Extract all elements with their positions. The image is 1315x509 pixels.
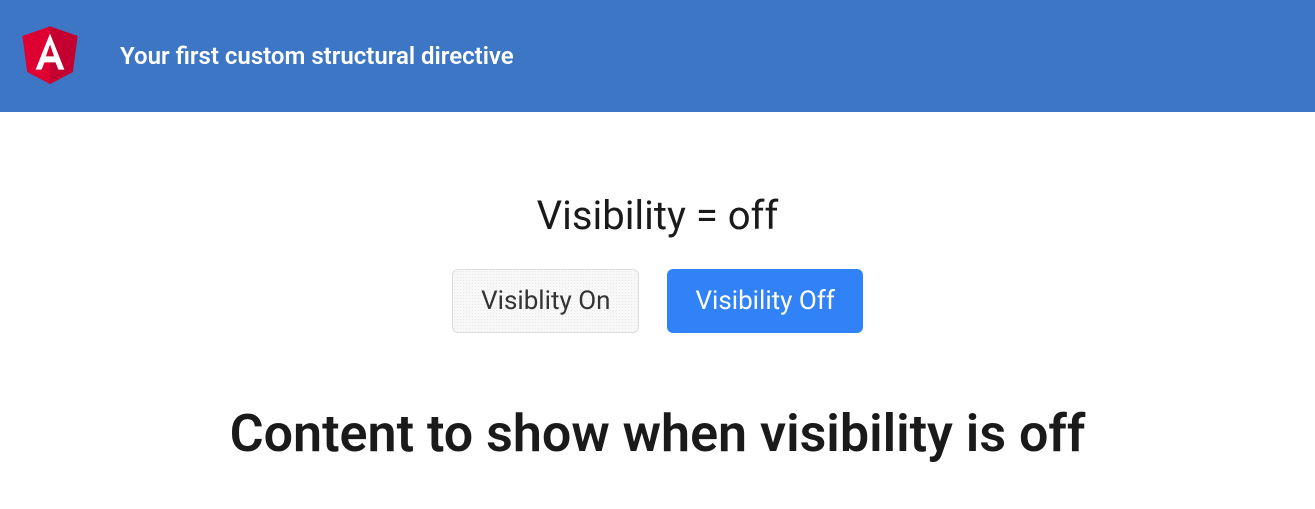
visibility-off-button[interactable]: Visibility Off	[667, 269, 862, 333]
content-message: Content to show when visibility is off	[0, 403, 1315, 464]
app-header: Your first custom structural directive	[0, 0, 1315, 112]
header-title: Your first custom structural directive	[120, 42, 514, 70]
visibility-button-group: Visiblity On Visibility Off	[0, 269, 1315, 333]
visibility-on-button[interactable]: Visiblity On	[452, 269, 639, 333]
main-content: Visibility = off Visiblity On Visibility…	[0, 112, 1315, 464]
angular-logo-icon	[20, 24, 80, 88]
visibility-status-label: Visibility = off	[0, 192, 1315, 239]
angular-shield-svg	[20, 24, 80, 84]
